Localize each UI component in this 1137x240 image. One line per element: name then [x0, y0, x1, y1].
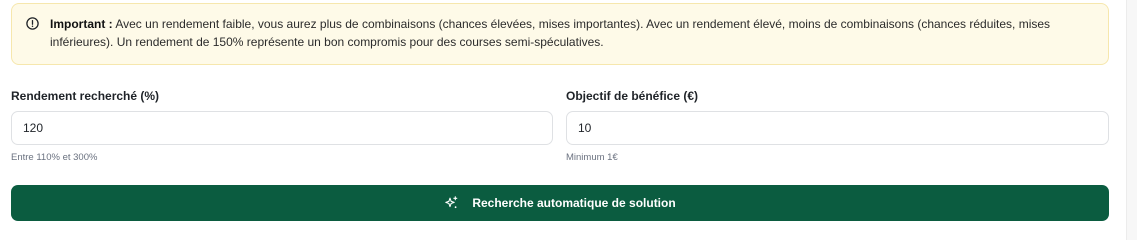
objectif-label: Objectif de bénéfice (€) — [566, 89, 699, 103]
auto-search-panel: Important : Avec un rendement faible, vo… — [0, 0, 1126, 240]
info-alert: Important : Avec un rendement faible, vo… — [11, 3, 1109, 65]
sparkles-icon — [444, 196, 458, 210]
objectif-input[interactable] — [566, 111, 1109, 145]
auto-search-button[interactable]: Recherche automatique de solution — [11, 185, 1109, 221]
rendement-hint: Entre 110% et 300% — [11, 152, 98, 163]
alert-text: Important : Avec un rendement faible, vo… — [50, 16, 1088, 51]
scrollbar-track[interactable] — [1126, 0, 1137, 240]
alert-circle-icon — [26, 17, 39, 30]
auto-search-label: Recherche automatique de solution — [472, 196, 676, 210]
objectif-hint: Minimum 1€ — [566, 152, 618, 163]
alert-title: Important : — [50, 17, 113, 31]
rendement-input[interactable] — [11, 111, 553, 145]
alert-message: Avec un rendement faible, vous aurez plu… — [50, 17, 1051, 49]
rendement-label: Rendement recherché (%) — [11, 89, 160, 103]
